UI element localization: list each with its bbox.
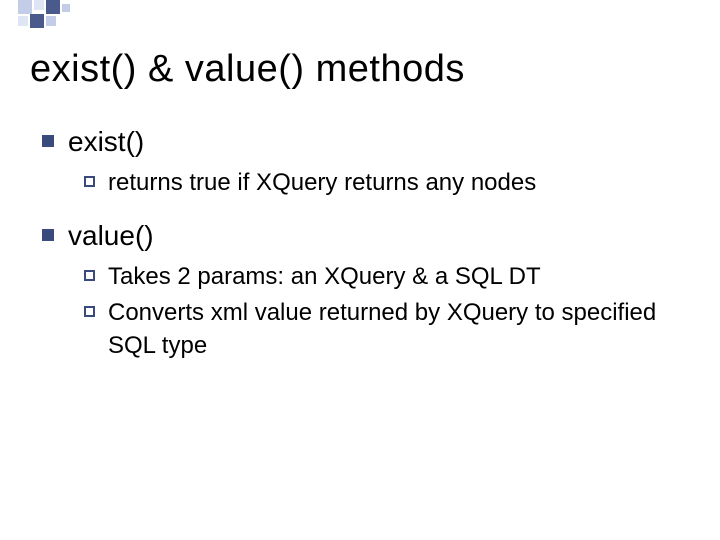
bullet-list: exist() returns true if XQuery returns a… [30, 123, 690, 362]
sub-bullet-list: Takes 2 params: an XQuery & a SQL DT Con… [68, 261, 690, 362]
sub-bullet-text: returns true if XQuery returns any nodes [108, 169, 536, 196]
bullet-item-value: value() Takes 2 params: an XQuery & a SQ… [42, 217, 690, 362]
sub-bullet-text: Takes 2 params: an XQuery & a SQL DT [108, 263, 541, 290]
slide-title: exist() & value() methods [30, 48, 690, 91]
sub-bullet-item: returns true if XQuery returns any nodes [84, 167, 690, 199]
bullet-item-exist: exist() returns true if XQuery returns a… [42, 123, 690, 199]
bullet-label: exist() [68, 126, 144, 157]
sub-bullet-list: returns true if XQuery returns any nodes [68, 167, 690, 199]
slide: exist() & value() methods exist() return… [0, 0, 720, 540]
sub-bullet-item: Converts xml value returned by XQuery to… [84, 297, 690, 362]
sub-bullet-item: Takes 2 params: an XQuery & a SQL DT [84, 261, 690, 293]
sub-bullet-text: Converts xml value returned by XQuery to… [108, 297, 690, 362]
bullet-label: value() [68, 220, 154, 251]
